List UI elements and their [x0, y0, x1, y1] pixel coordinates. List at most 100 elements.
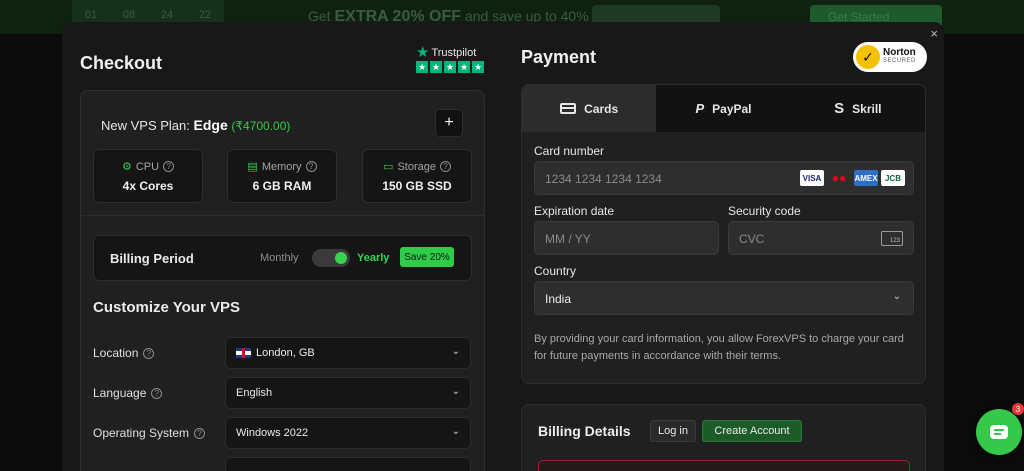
- checkout-title: Checkout: [80, 53, 163, 73]
- card-number-input[interactable]: 1234 1234 1234 1234 VISA ●● AMEX JCB: [534, 161, 914, 195]
- norton-sub: SECURED: [883, 58, 916, 64]
- spec-value: 4x Cores: [122, 179, 174, 193]
- next-field-row: [93, 457, 472, 471]
- tab-skrill[interactable]: S Skrill: [791, 85, 925, 132]
- plan-card: New VPS Plan: Edge (₹4700.00) + ⚙ CPU ? …: [80, 90, 485, 471]
- cvc-card-icon: 123: [881, 231, 903, 246]
- language-label: Language ?: [93, 386, 163, 400]
- os-value: Windows 2022: [236, 427, 309, 439]
- save-badge: Save 20%: [400, 247, 454, 267]
- spec-cpu: ⚙ CPU ? 4x Cores: [93, 149, 203, 203]
- expiry-placeholder: MM / YY: [545, 232, 591, 246]
- country-value: India: [545, 292, 572, 306]
- country-label: Country: [534, 264, 577, 278]
- spec-value: 150 GB SSD: [382, 179, 452, 193]
- toggle-knob: [335, 252, 347, 264]
- star-icon: ★: [472, 61, 484, 73]
- field-label-text: Language: [93, 386, 147, 400]
- spec-storage: ▭ Storage ? 150 GB SSD: [362, 149, 472, 203]
- chevron-down-icon: ⌄: [451, 426, 460, 437]
- cvc-label: Security code: [728, 204, 801, 218]
- help-icon[interactable]: ?: [143, 347, 155, 359]
- trustpilot-badge[interactable]: ★ Trustpilot ★ ★ ★ ★ ★: [416, 44, 486, 73]
- next-select[interactable]: [225, 457, 471, 471]
- tab-label: PayPal: [712, 101, 752, 116]
- country-select[interactable]: India ⌄: [534, 281, 914, 315]
- star-icon: ★: [458, 61, 470, 73]
- expiry-label: Expiration date: [534, 204, 615, 218]
- trustpilot-star-icon: ★: [416, 44, 430, 61]
- payment-tabs: Cards P PayPal S Skrill: [522, 85, 925, 132]
- jcb-icon: JCB: [881, 170, 905, 186]
- chevron-down-icon: ⌄: [451, 346, 460, 357]
- card-number-label: Card number: [534, 144, 605, 158]
- cvc-input[interactable]: CVC 123: [728, 221, 914, 255]
- trustpilot-label: Trustpilot: [431, 47, 477, 59]
- spec-label: CPU: [135, 160, 160, 173]
- monthly-label[interactable]: Monthly: [260, 252, 299, 264]
- payment-column: Payment ✓ Norton SECURED Cards P PayPal …: [503, 22, 944, 471]
- mastercard-icon: ●●: [827, 170, 851, 186]
- memory-icon: ▤: [247, 161, 258, 173]
- os-select[interactable]: Windows 2022 ⌄: [225, 417, 471, 449]
- divider: [81, 215, 484, 216]
- field-label-text: Operating System: [93, 426, 190, 440]
- help-icon[interactable]: ?: [151, 387, 163, 399]
- location-row: Location ? London, GB ⌄: [93, 337, 472, 369]
- trustpilot-rating: ★ ★ ★ ★ ★: [416, 61, 486, 73]
- help-icon[interactable]: ?: [305, 161, 317, 172]
- norton-badge: ✓ Norton SECURED: [853, 42, 927, 72]
- cpu-icon: ⚙: [121, 161, 132, 173]
- chevron-down-icon: ⌄: [892, 291, 901, 302]
- timer-days: 01: [84, 9, 98, 21]
- tab-label: Cards: [584, 101, 619, 116]
- spec-label: Storage: [397, 160, 436, 173]
- language-value: English: [236, 387, 273, 399]
- billing-field[interactable]: [538, 460, 910, 471]
- add-plan-button[interactable]: +: [435, 109, 463, 137]
- timer-minutes: 24: [160, 9, 174, 21]
- location-value: London, GB: [256, 347, 315, 359]
- payment-card: Cards P PayPal S Skrill Card number 1234…: [521, 84, 926, 384]
- timer-seconds: 22: [198, 9, 212, 21]
- billing-period-box: Billing Period Monthly Yearly Save 20%: [93, 235, 472, 281]
- chat-button[interactable]: [976, 409, 1022, 455]
- chevron-down-icon: ⌄: [451, 386, 460, 397]
- skrill-icon: S: [834, 100, 845, 117]
- billing-toggle[interactable]: [312, 249, 350, 267]
- plan-name: Edge: [193, 117, 228, 133]
- language-select[interactable]: English ⌄: [225, 377, 471, 409]
- create-account-button[interactable]: Create Account: [702, 420, 802, 442]
- expiry-input[interactable]: MM / YY: [534, 221, 719, 255]
- spec-memory: ▤ Memory ? 6 GB RAM: [227, 149, 337, 203]
- paypal-icon: P: [695, 101, 705, 116]
- payment-disclaimer: By providing your card information, you …: [534, 333, 904, 362]
- plan-price: (₹4700.00): [231, 119, 291, 133]
- plan-heading: New VPS Plan: Edge (₹4700.00): [101, 117, 290, 133]
- cvc-placeholder: CVC: [739, 232, 765, 246]
- spec-value: 6 GB RAM: [252, 179, 312, 193]
- card-number-placeholder: 1234 1234 1234 1234: [545, 172, 662, 186]
- credit-card-icon: [560, 103, 577, 114]
- yearly-label[interactable]: Yearly: [357, 252, 389, 264]
- checkout-column: Checkout ★ Trustpilot ★ ★ ★ ★ ★ New VPS …: [62, 22, 503, 471]
- login-button[interactable]: Log in: [650, 420, 696, 442]
- help-icon[interactable]: ?: [163, 161, 175, 172]
- card-brand-logos: VISA ●● AMEX JCB: [800, 170, 905, 186]
- billing-details-title: Billing Details: [538, 423, 631, 439]
- customize-title: Customize Your VPS: [93, 299, 240, 316]
- tab-label: Skrill: [852, 101, 882, 116]
- star-icon: ★: [444, 61, 456, 73]
- payment-title: Payment: [521, 47, 597, 67]
- help-icon[interactable]: ?: [194, 427, 206, 439]
- tab-paypal[interactable]: P PayPal: [656, 85, 790, 132]
- checkout-modal: × Checkout ★ Trustpilot ★ ★ ★ ★ ★ New VP…: [62, 22, 944, 471]
- uk-flag-icon: [236, 348, 251, 358]
- star-icon: ★: [416, 61, 428, 73]
- tab-cards[interactable]: Cards: [522, 85, 657, 132]
- help-icon[interactable]: ?: [439, 161, 451, 172]
- location-select[interactable]: London, GB ⌄: [225, 337, 471, 369]
- os-row: Operating System ? Windows 2022 ⌄: [93, 417, 472, 449]
- timer-hours: 08: [122, 9, 136, 21]
- checkmark-icon: ✓: [856, 45, 880, 69]
